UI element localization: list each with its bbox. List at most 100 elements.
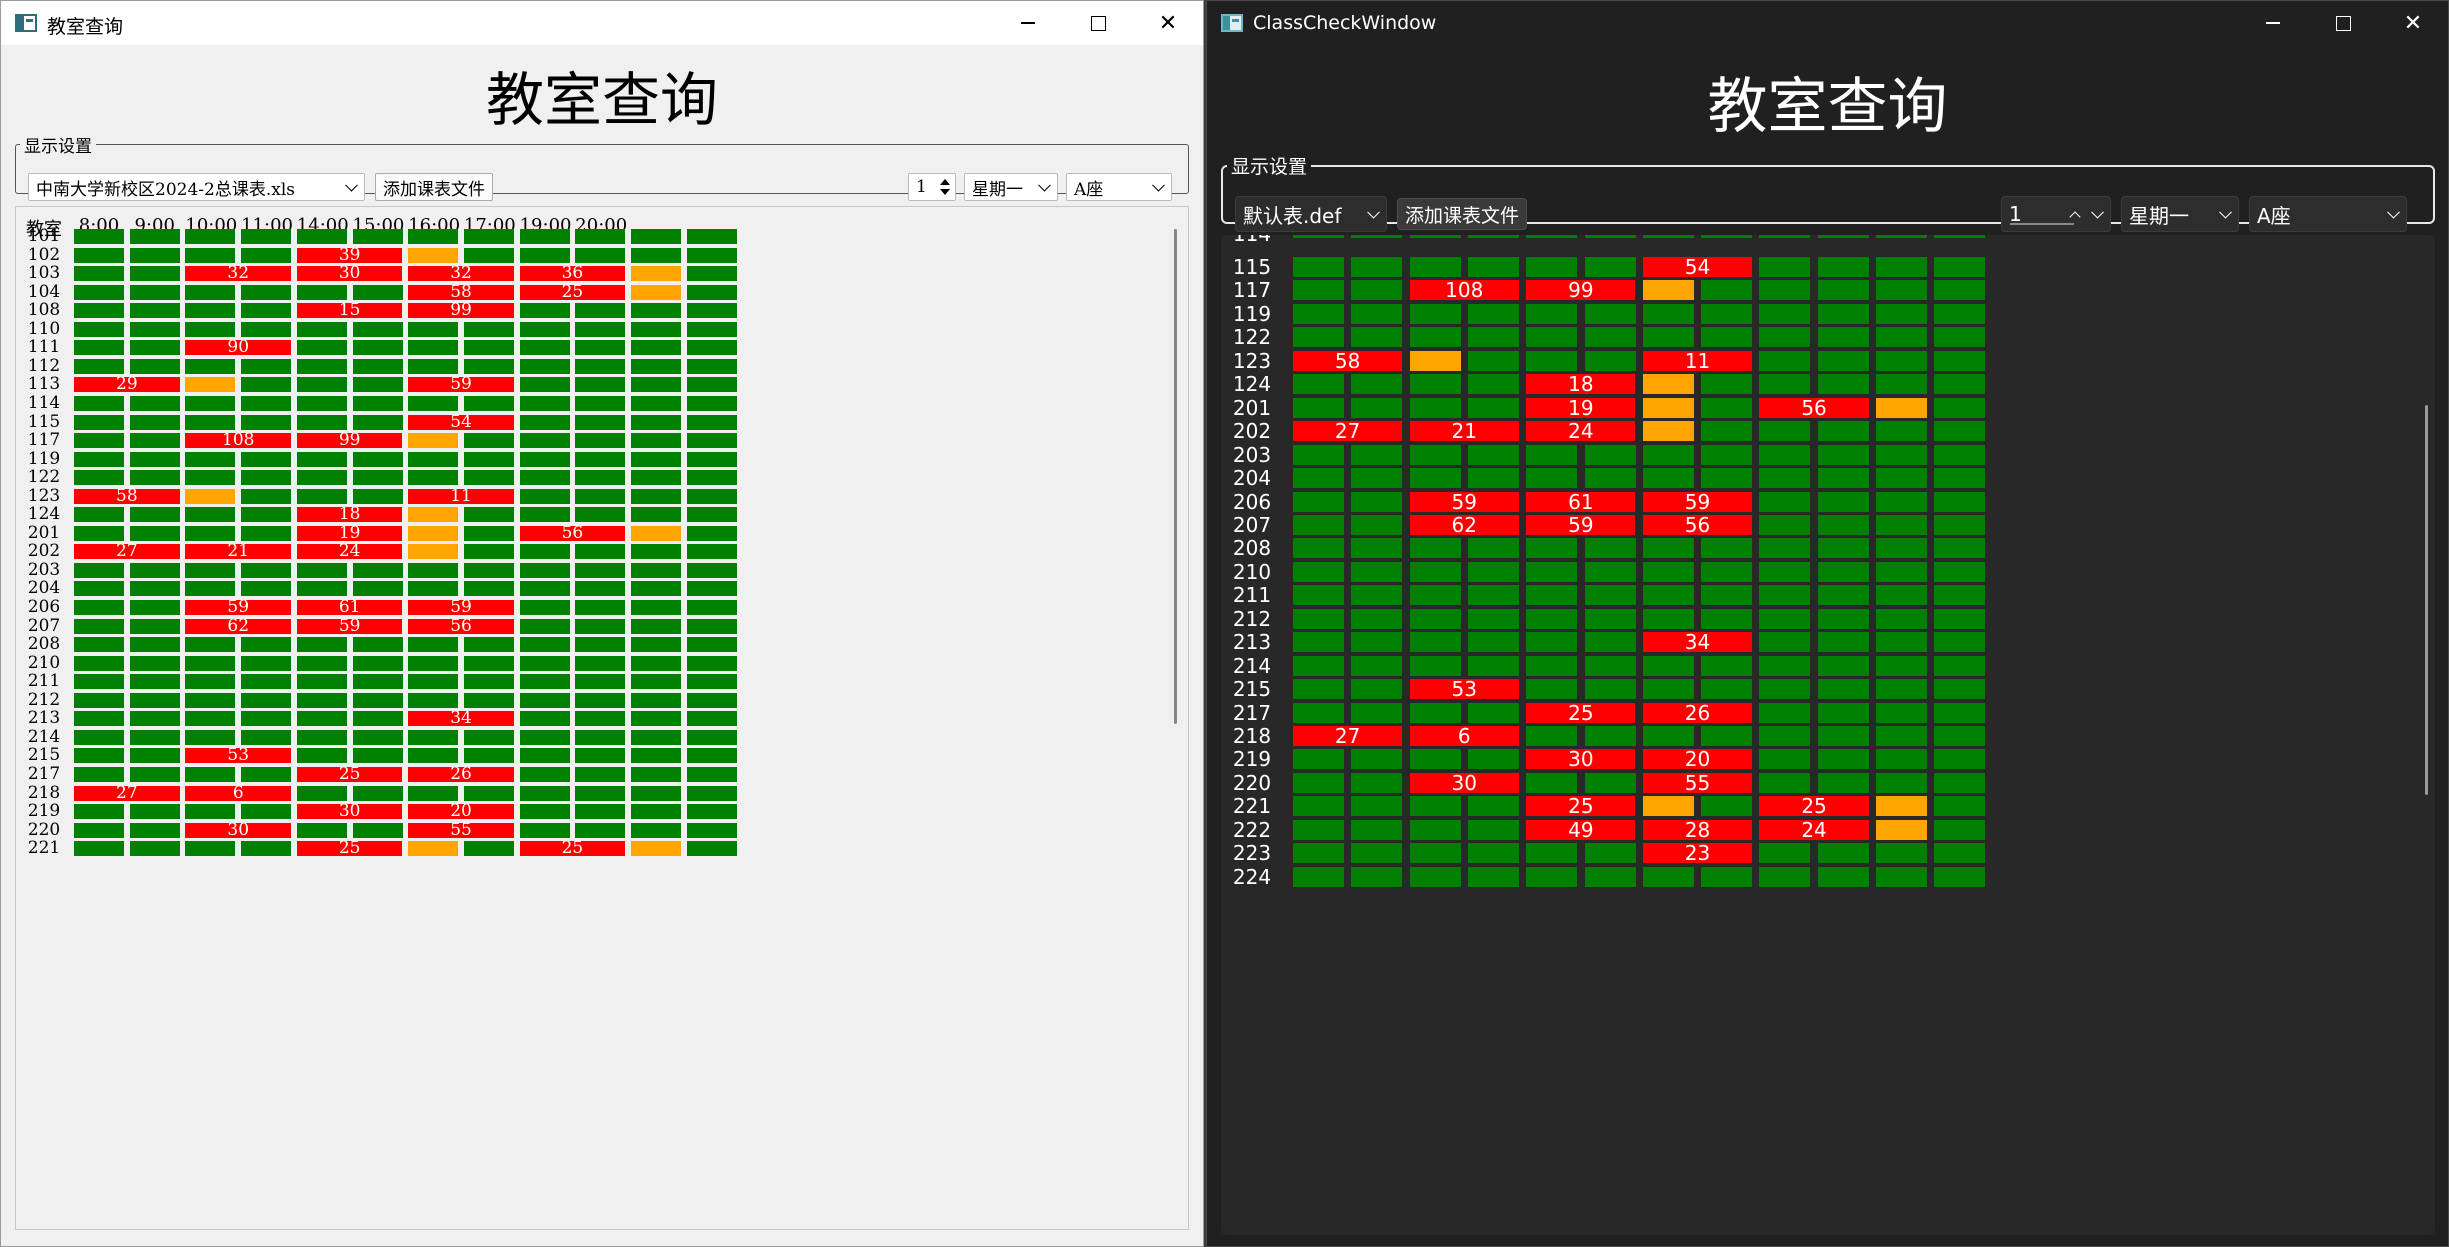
- timeslot-free: [241, 655, 292, 671]
- timeslot-free: [1351, 843, 1403, 864]
- timeslot-free: [1467, 444, 1519, 465]
- timeslot-free: [1526, 632, 1578, 653]
- timeslot-free: [1701, 303, 1753, 324]
- timeslot-free: [1642, 303, 1694, 324]
- close-icon: ✕: [2403, 10, 2423, 36]
- building-select[interactable]: A座: [1066, 173, 1172, 201]
- timeslot-free: [1817, 257, 1869, 277]
- timeslot-free: [1293, 679, 1344, 700]
- room-label: 220: [1232, 770, 1272, 795]
- title-bar[interactable]: 教室查询 ✕: [1, 1, 1203, 45]
- timeslot-free: [1351, 514, 1403, 535]
- timeslot-partial: [1409, 350, 1461, 371]
- vertical-scrollbar[interactable]: [1174, 229, 1177, 724]
- timeslot-free: [1409, 702, 1461, 723]
- timeslot-free: [74, 247, 124, 263]
- timeslot-free: [185, 841, 236, 857]
- room-label: 221: [1232, 794, 1272, 819]
- room-label: 215: [27, 745, 61, 766]
- timeslot-cell: [1351, 235, 1403, 238]
- add-timetable-button[interactable]: 添加课表文件: [375, 173, 493, 201]
- timeslot-free: [1701, 421, 1753, 442]
- spinbox-underline: [2010, 223, 2074, 225]
- timeslot-cell: [1293, 235, 1344, 238]
- timeslot-free: [1934, 468, 1986, 489]
- weekday-select[interactable]: 星期一: [964, 173, 1058, 201]
- add-timetable-button[interactable]: 添加课表文件: [1397, 198, 1528, 230]
- timeslot-free: [1351, 257, 1403, 277]
- building-select[interactable]: A座: [2249, 196, 2407, 232]
- room-label: 219: [1232, 747, 1272, 772]
- file-select[interactable]: 默认表.def: [1235, 196, 1387, 232]
- room-label: 119: [1232, 301, 1272, 326]
- timeslot-free: [1467, 749, 1519, 770]
- minimize-button[interactable]: [2238, 1, 2308, 45]
- timeslot-free: [1701, 538, 1753, 559]
- chevron-down-icon[interactable]: [2091, 205, 2104, 219]
- timeslot-free: [1934, 444, 1986, 465]
- timeslot-free: [74, 321, 124, 337]
- timeslot-free: [74, 433, 124, 449]
- timeslot-free: [1817, 632, 1869, 653]
- timeslot-free: [1526, 257, 1578, 277]
- timeslot-occupied: 20: [408, 804, 514, 820]
- week-spinbox[interactable]: 1: [908, 173, 956, 201]
- timeslot-free: [463, 637, 514, 653]
- week-spinbox[interactable]: 1: [2001, 196, 2111, 232]
- timeslot-free: [74, 340, 124, 356]
- timeslot-free: [1817, 655, 1869, 676]
- timeslot-free: [1351, 280, 1403, 301]
- spin-up-icon[interactable]: [940, 179, 950, 185]
- timeslot-free: [686, 711, 737, 727]
- timeslot-free: [1409, 444, 1461, 465]
- timeslot-occupied: 21: [1409, 421, 1519, 442]
- spin-down-icon[interactable]: [940, 189, 950, 195]
- file-select[interactable]: 中南大学新校区2024-2总课表.xls: [28, 173, 365, 201]
- timeslot-partial: [1876, 819, 1927, 840]
- weekday-select[interactable]: 星期一: [2121, 196, 2239, 232]
- close-button[interactable]: ✕: [1133, 1, 1203, 45]
- timeslot-free: [1584, 444, 1636, 465]
- timeslot-free: [519, 822, 570, 838]
- timeslot-partial: [185, 488, 236, 504]
- vertical-scrollbar[interactable]: [2425, 405, 2428, 795]
- timeslot-free: [519, 618, 570, 634]
- timeslot-free: [129, 692, 180, 708]
- timeslot-occupied: 59: [1642, 491, 1753, 512]
- timeslot-free: [631, 340, 681, 356]
- room-label: 112: [27, 355, 61, 376]
- timeslot-free: [1584, 726, 1636, 746]
- timeslot-cell: [1934, 235, 1986, 238]
- timeslot-free: [1293, 772, 1344, 793]
- timeslot-free: [185, 247, 236, 263]
- timeslot-free: [408, 470, 459, 486]
- timeslot-free: [1817, 608, 1869, 629]
- timeslot-free: [686, 229, 737, 244]
- chevron-up-icon[interactable]: [2069, 211, 2081, 223]
- timeslot-free: [1584, 468, 1636, 489]
- room-label: 206: [1232, 489, 1272, 514]
- timeslot-free: [1409, 468, 1461, 489]
- timeslot-partial: [1876, 397, 1927, 418]
- timeslot-free: [1293, 749, 1344, 770]
- timeslot-occupied: 36: [519, 266, 626, 282]
- timeslot-partial: [1642, 796, 1694, 817]
- close-button[interactable]: ✕: [2378, 1, 2448, 45]
- maximize-button[interactable]: [2308, 1, 2378, 45]
- weekday-select-value: 星期一: [2129, 203, 2189, 228]
- timeslot-free: [519, 229, 570, 244]
- timeslot-free: [1467, 468, 1519, 489]
- title-bar[interactable]: ClassCheckWindow ✕: [1207, 1, 2448, 45]
- timeslot-free: [519, 581, 570, 597]
- timeslot-free: [1876, 726, 1927, 746]
- maximize-button[interactable]: [1063, 1, 1133, 45]
- timeslot-free: [352, 284, 403, 300]
- minimize-button[interactable]: [993, 1, 1063, 45]
- timeslot-occupied: 61: [1526, 491, 1636, 512]
- timeslot-free: [519, 729, 570, 745]
- timeslot-free: [1642, 327, 1694, 348]
- timeslot-occupied: 108: [1409, 280, 1519, 301]
- room-label: 210: [27, 652, 61, 673]
- timeslot-free: [575, 358, 626, 374]
- timeslot-free: [408, 729, 459, 745]
